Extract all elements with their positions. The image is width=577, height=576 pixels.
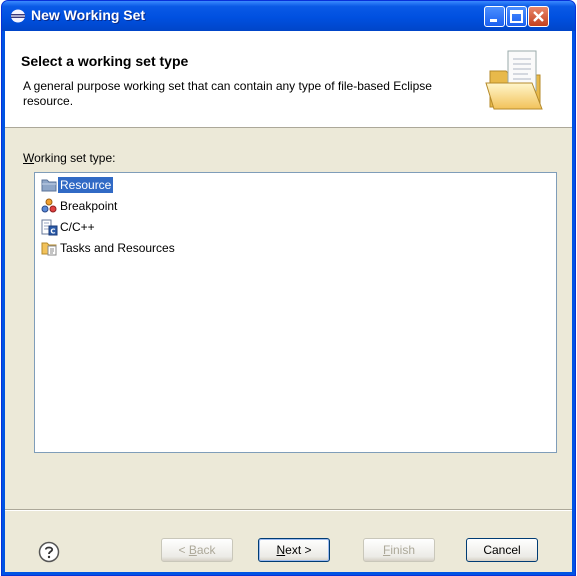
list-item-cpp[interactable]: C C/C++ [41, 218, 97, 236]
working-set-type-list[interactable]: Resource Breakpoint C C/C++ Tasks and Re… [34, 172, 557, 453]
dialog-client-area: Select a working set type A general purp… [5, 31, 572, 572]
finish-button[interactable]: Finish [363, 538, 435, 562]
minimize-icon [490, 19, 497, 22]
cpp-project-icon: C [41, 219, 58, 235]
svg-text:C: C [50, 227, 55, 235]
page-description: A general purpose working set that can c… [23, 79, 432, 108]
page-title: Select a working set type [21, 53, 189, 69]
breakpoint-icon [41, 198, 57, 212]
close-button[interactable] [528, 6, 549, 27]
eclipse-icon [11, 9, 25, 23]
tasks-folder-icon [41, 242, 57, 255]
list-item-tasks-and-resources[interactable]: Tasks and Resources [41, 239, 177, 257]
close-icon [533, 11, 544, 22]
maximize-button[interactable] [506, 6, 527, 27]
folder-banner-icon [485, 50, 543, 110]
list-item-breakpoint[interactable]: Breakpoint [41, 197, 119, 215]
wizard-header: Select a working set type A general purp… [5, 31, 572, 128]
help-icon[interactable] [38, 541, 60, 563]
list-item-resource[interactable]: Resource [41, 176, 114, 194]
minimize-button[interactable] [484, 6, 505, 27]
next-button[interactable]: Next > [258, 538, 330, 562]
folder-resource-icon [41, 179, 57, 191]
button-bar-separator-highlight [5, 510, 572, 511]
working-set-type-label: Working set type: [23, 151, 116, 165]
window-title: New Working Set [31, 7, 146, 23]
back-button[interactable]: < Back [161, 538, 233, 562]
title-bar[interactable]: New Working Set [2, 1, 575, 31]
cancel-button[interactable]: Cancel [466, 538, 538, 562]
maximize-icon [510, 10, 523, 23]
dialog-window: New Working Set Select a working set typ… [1, 0, 576, 576]
